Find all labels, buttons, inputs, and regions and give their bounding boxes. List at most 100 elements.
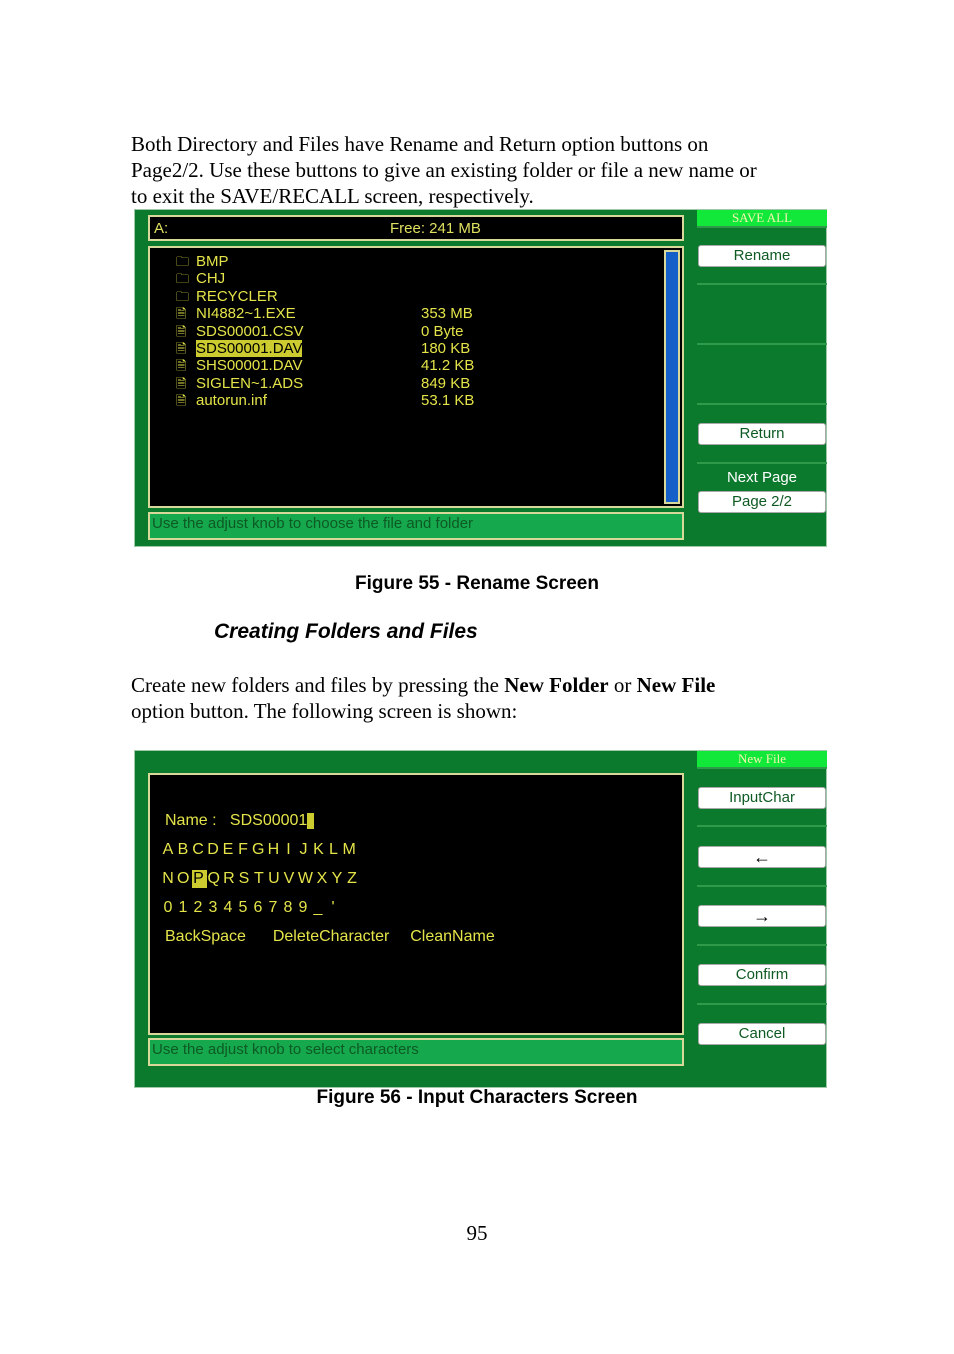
char-key[interactable]: M [342, 841, 358, 859]
menu-divider [697, 283, 827, 285]
confirm-button[interactable]: Confirm [698, 964, 826, 986]
file-list-item[interactable]: 🗎 autorun.inf 53.1 KB [176, 392, 656, 410]
next-page-label: Next Page [726, 469, 798, 486]
file-icon: 🗎 [176, 341, 187, 356]
delete-character-action[interactable]: DeleteCharacter [273, 928, 390, 945]
char-key[interactable]: 1 [177, 899, 192, 917]
char-key[interactable]: C [192, 841, 207, 859]
char-key[interactable]: L [327, 841, 342, 859]
char-key[interactable]: X [316, 870, 331, 888]
file-list-item[interactable]: 🗎 SDS00001.CSV 0 Byte [176, 323, 656, 341]
figure-55-caption: Figure 55 - Rename Screen [355, 573, 599, 594]
menu-divider [697, 885, 827, 887]
cancel-button[interactable]: Cancel [698, 1023, 826, 1045]
char-key[interactable]: _ [312, 899, 327, 917]
free-space: Free: 241 MB [390, 220, 481, 237]
char-key[interactable]: 3 [207, 899, 222, 917]
char-key[interactable]: 2 [192, 899, 207, 917]
figure-56-caption: Figure 56 - Input Characters Screen [316, 1087, 638, 1108]
return-button[interactable]: Return [698, 423, 826, 445]
char-key[interactable]: R [223, 870, 238, 888]
char-key[interactable]: Z [346, 870, 361, 888]
intro-paragraph: Both Directory and Files have Rename and… [131, 131, 821, 209]
file-list-panel: 🗀 BMP 🗀 CHJ 🗀 RECYCLER 🗎 NI4882~1.EXE 353 MB 🗎 SDS… [148, 246, 684, 508]
file-name: SDS00001.DAV [196, 340, 303, 357]
file-name: NI4882~1.EXE [196, 305, 296, 323]
char-row-digits: 0 1 2 3 4 5 6 7 8 9 _ ' [162, 899, 342, 917]
char-key[interactable]: B [177, 841, 192, 859]
name-row: Name : SDS00001 [165, 812, 315, 830]
status-bar: Use the adjust knob to choose the file a… [148, 512, 684, 540]
menu-divider [697, 462, 827, 464]
char-key[interactable]: H [267, 841, 282, 859]
char-key[interactable]: T [253, 870, 268, 888]
char-row-letters-a-m: ABCDE FGH I J K LM [162, 841, 359, 859]
file-size: 180 KB [421, 340, 471, 357]
char-key[interactable]: O [177, 870, 192, 888]
right-arrow-button[interactable]: → [698, 905, 826, 927]
menu-divider [697, 767, 827, 769]
char-key[interactable]: Q [207, 870, 222, 888]
char-key[interactable]: I [282, 841, 297, 859]
edit-actions-row: BackSpace DeleteCharacter CleanName [165, 928, 495, 946]
char-key[interactable]: F [237, 841, 252, 859]
char-key[interactable]: ' [327, 899, 342, 917]
section-heading: Creating Folders and Files [214, 620, 478, 643]
backspace-action[interactable]: BackSpace [165, 928, 246, 945]
left-arrow-button[interactable]: ← [698, 846, 826, 868]
file-list-item[interactable]: 🗎 SHS00001.DAV 41.2 KB [176, 357, 656, 375]
clean-name-action[interactable]: CleanName [410, 928, 494, 945]
input-char-button[interactable]: InputChar [698, 787, 826, 809]
menu-divider [697, 343, 827, 345]
char-key[interactable]: P [192, 870, 208, 888]
char-key[interactable]: U [268, 870, 283, 888]
file-list-item[interactable]: 🗎 SIGLEN~1.ADS 849 KB [176, 375, 656, 393]
menu-divider [697, 226, 827, 228]
file-list-item[interactable]: 🗀 RECYCLER [176, 288, 656, 306]
intro-line-1: Both Directory and Files have Rename and… [131, 132, 709, 156]
char-key[interactable]: D [207, 841, 222, 859]
page-button[interactable]: Page 2/2 [698, 491, 826, 513]
file-size: 353 MB [421, 305, 473, 323]
char-key[interactable]: V [283, 870, 298, 888]
drive-label: A: [154, 220, 169, 237]
status-bar: Use the adjust knob to select characters [148, 1038, 684, 1066]
char-key[interactable]: N [162, 870, 177, 888]
char-key[interactable]: 0 [162, 899, 177, 917]
file-icon: 🗎 [176, 306, 187, 322]
file-size: 849 KB [421, 374, 471, 392]
new-file-term: New File [636, 673, 716, 697]
file-name: CHJ [196, 270, 226, 288]
char-key[interactable]: W [298, 870, 316, 888]
file-icon: 🗎 [176, 323, 187, 339]
char-key[interactable]: K [312, 841, 327, 859]
file-icon: 🗎 [176, 393, 187, 409]
menu-title: SAVE ALL [697, 210, 827, 226]
input-characters-screen: Name : SDS00001 ABCDE FGH I J K LM NOPQRS TUVW… [134, 750, 827, 1088]
scrollbar[interactable] [664, 250, 680, 504]
file-name: autorun.inf [196, 392, 267, 410]
create-line-2: option button. The following screen is s… [131, 699, 518, 723]
char-key[interactable]: J [297, 841, 312, 859]
char-key[interactable]: 7 [267, 899, 282, 917]
char-key[interactable]: 4 [222, 899, 237, 917]
char-key[interactable]: 5 [237, 899, 252, 917]
char-key[interactable]: 6 [252, 899, 267, 917]
char-key[interactable]: E [222, 841, 237, 859]
folder-icon: 🗀 [176, 271, 190, 287]
char-key[interactable]: G [252, 841, 267, 859]
char-key[interactable]: 8 [282, 899, 297, 917]
file-list-item[interactable]: 🗎 SDS00001.DAV 180 KB [176, 340, 656, 358]
file-list-item[interactable]: 🗎 NI4882~1.EXE 353 MB [176, 305, 656, 323]
char-key[interactable]: Y [331, 870, 346, 888]
rename-button[interactable]: Rename [698, 245, 826, 267]
char-key[interactable]: S [238, 870, 253, 888]
menu-divider [697, 403, 827, 405]
file-list-item[interactable]: 🗀 CHJ [176, 270, 656, 288]
file-list-item[interactable]: 🗀 BMP [176, 253, 656, 271]
char-key[interactable]: 9 [297, 899, 312, 917]
file-icon: 🗎 [176, 358, 187, 374]
menu-divider [697, 944, 827, 946]
create-line-1: Create new folders and files by pressing… [131, 672, 821, 698]
char-key[interactable]: A [162, 841, 177, 859]
